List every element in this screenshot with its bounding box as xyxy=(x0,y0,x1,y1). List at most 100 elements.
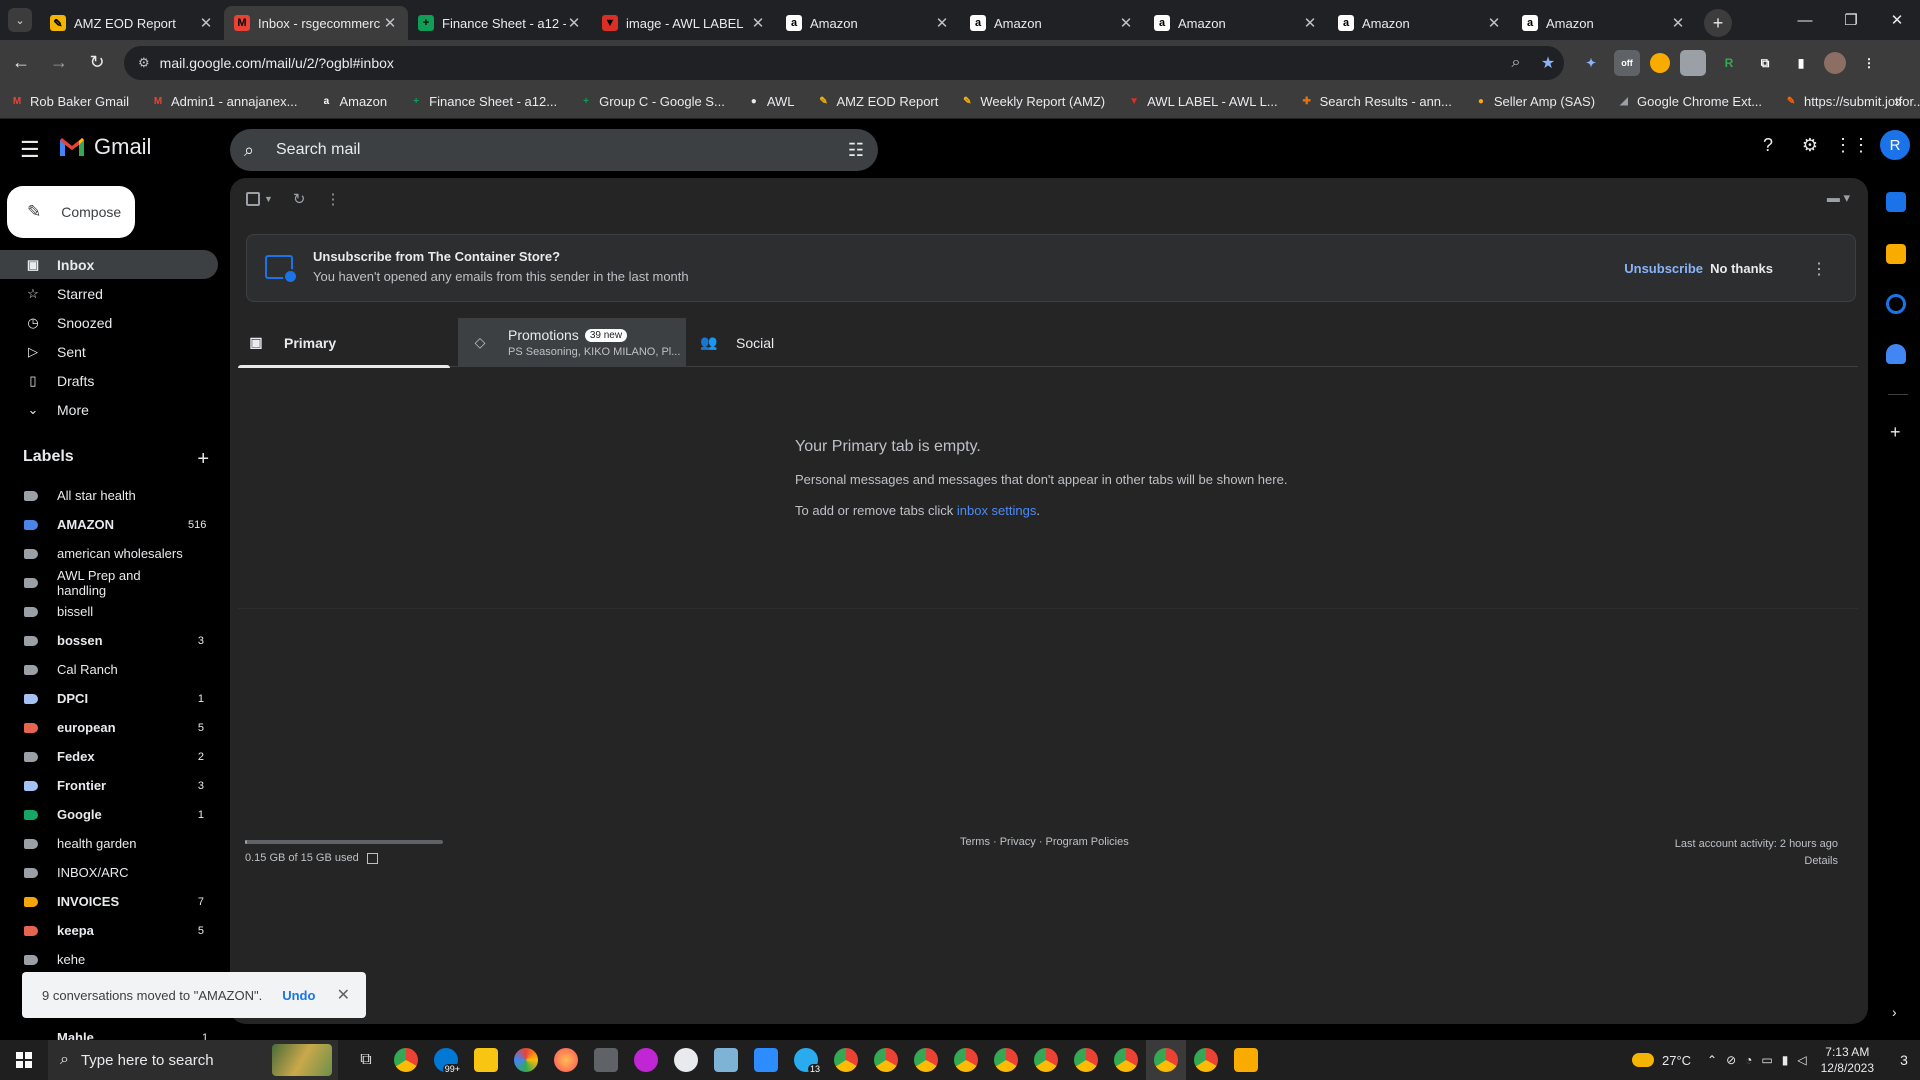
bookmark-item[interactable]: M Rob Baker Gmail xyxy=(10,94,129,109)
close-window-icon[interactable]: ✕ xyxy=(1874,0,1920,40)
undo-button[interactable]: Undo xyxy=(282,988,315,1003)
label-item[interactable]: AWL Prep and handling xyxy=(0,568,218,598)
tab-search-button[interactable]: ⌄ xyxy=(0,0,40,40)
browser-tab[interactable]: a Amazon ✕ xyxy=(1512,6,1696,40)
label-item[interactable]: Frontier 3 xyxy=(0,771,218,800)
contacts-icon[interactable] xyxy=(1886,344,1906,364)
profile-avatar-icon[interactable] xyxy=(1824,52,1846,74)
restore-icon[interactable]: ❐ xyxy=(1828,0,1874,40)
app-purple-icon[interactable] xyxy=(626,1040,666,1080)
label-item[interactable]: bissell xyxy=(0,597,218,626)
bookmark-item[interactable]: ✎ AMZ EOD Report xyxy=(817,94,938,109)
tab-primary[interactable]: ▣ Primary xyxy=(238,318,450,368)
battery-icon[interactable]: ▮ xyxy=(1782,1053,1789,1067)
get-addons-icon[interactable]: + xyxy=(1890,422,1901,443)
chrome-profile-5-icon[interactable] xyxy=(986,1040,1026,1080)
chrome-app-icon[interactable] xyxy=(386,1040,426,1080)
bookmark-item[interactable]: ✎ Weekly Report (AMZ) xyxy=(960,94,1105,109)
browser-menu-icon[interactable]: ⋮ xyxy=(1856,50,1882,76)
side-panel-icon[interactable]: ▮ xyxy=(1788,50,1814,76)
label-item[interactable]: INVOICES 7 xyxy=(0,887,218,916)
back-button[interactable]: ← xyxy=(4,46,38,80)
zoom-app-icon[interactable] xyxy=(746,1040,786,1080)
calendar-icon[interactable] xyxy=(1886,192,1906,212)
nav-item-inbox[interactable]: ▣ Inbox xyxy=(0,250,218,279)
tab-close-icon[interactable]: ✕ xyxy=(1302,14,1318,32)
label-item[interactable]: bossen 3 xyxy=(0,626,218,655)
extension-off-icon[interactable]: off xyxy=(1614,50,1640,76)
tab-close-icon[interactable]: ✕ xyxy=(1670,14,1686,32)
nav-item-sent[interactable]: ▷ Sent xyxy=(0,337,218,366)
browser-tab[interactable]: a Amazon ✕ xyxy=(1144,6,1328,40)
label-item[interactable]: INBOX/ARC xyxy=(0,858,218,887)
label-item[interactable]: Cal Ranch xyxy=(0,655,218,684)
apps-grid-icon[interactable]: ⋮⋮ xyxy=(1834,131,1870,159)
tab-close-icon[interactable]: ✕ xyxy=(750,14,766,32)
zoom-icon[interactable]: ⌕ xyxy=(1500,54,1532,72)
chrome-profile-8-icon[interactable] xyxy=(1106,1040,1146,1080)
browser-tab[interactable]: a Amazon ✕ xyxy=(960,6,1144,40)
label-item[interactable]: Fedex 2 xyxy=(0,742,218,771)
notepad-icon[interactable] xyxy=(706,1040,746,1080)
mail-app-icon[interactable]: 99+ xyxy=(426,1040,466,1080)
settings-gear-icon[interactable]: ⚙ xyxy=(1796,131,1824,159)
inbox-settings-link[interactable]: inbox settings xyxy=(957,503,1037,518)
search-options-icon[interactable]: ☷ xyxy=(848,140,864,161)
main-menu-icon[interactable]: ☰ xyxy=(20,137,40,163)
browser-tab[interactable]: a Amazon ✕ xyxy=(1328,6,1512,40)
bookmark-item[interactable]: a Amazon xyxy=(319,94,387,109)
tab-close-icon[interactable]: ✕ xyxy=(934,14,950,32)
chrome-profile-2-icon[interactable] xyxy=(866,1040,906,1080)
photos-app-icon[interactable] xyxy=(506,1040,546,1080)
bookmark-item[interactable]: M Admin1 - annajanex... xyxy=(151,94,298,109)
browser-tab[interactable]: ▼ image - AWL LABEL ✕ xyxy=(592,6,776,40)
search-input[interactable] xyxy=(276,141,848,159)
bookmark-item[interactable]: ◢ Google Chrome Ext... xyxy=(1617,94,1762,109)
app-cloud-icon[interactable] xyxy=(666,1040,706,1080)
tray-chevron-icon[interactable]: ⌃ xyxy=(1707,1053,1717,1067)
calculator-icon[interactable] xyxy=(586,1040,626,1080)
open-storage-icon[interactable] xyxy=(366,852,378,864)
weather-widget[interactable]: 27°C xyxy=(1632,1053,1691,1068)
label-item[interactable]: american wholesalers xyxy=(0,539,218,568)
bookmark-item[interactable]: ● Seller Amp (SAS) xyxy=(1474,94,1595,109)
taskbar-search[interactable]: ⌕ Type here to search xyxy=(48,1040,338,1080)
browser-tab[interactable]: + Finance Sheet - a12 - ✕ xyxy=(408,6,592,40)
close-icon[interactable]: ✕ xyxy=(337,985,350,1005)
tab-close-icon[interactable]: ✕ xyxy=(566,14,582,32)
more-options-icon[interactable]: ⋮ xyxy=(326,190,341,208)
help-icon[interactable]: ? xyxy=(1754,131,1782,159)
tab-social[interactable]: 👥 Social xyxy=(686,318,886,367)
chrome-active-icon[interactable] xyxy=(1146,1040,1186,1080)
extensions-puzzle-icon[interactable]: ⧉ xyxy=(1752,50,1778,76)
network-off-icon[interactable]: ⊘ xyxy=(1726,1053,1736,1067)
bookmarks-overflow-icon[interactable]: » xyxy=(1894,93,1902,109)
bookmark-item[interactable]: ● AWL xyxy=(747,94,795,109)
extension-orange-icon[interactable] xyxy=(1650,53,1670,73)
select-all-checkbox[interactable]: ▼ xyxy=(246,192,273,206)
compose-button[interactable]: ✎ Compose xyxy=(7,186,135,238)
file-explorer-icon[interactable] xyxy=(466,1040,506,1080)
account-avatar[interactable]: R xyxy=(1880,130,1910,160)
bookmark-item[interactable]: + Group C - Google S... xyxy=(579,94,725,109)
bookmark-item[interactable]: ✚ Search Results - ann... xyxy=(1300,94,1451,109)
label-item[interactable]: european 5 xyxy=(0,713,218,742)
details-link[interactable]: Details xyxy=(1675,853,1838,870)
extension-blue-icon[interactable]: ✦ xyxy=(1578,50,1604,76)
label-item[interactable]: kehe xyxy=(0,945,218,974)
browser-tab[interactable]: ✎ AMZ EOD Report ✕ xyxy=(40,6,224,40)
browser-tab[interactable]: a Amazon ✕ xyxy=(776,6,960,40)
address-bar[interactable]: ⚙ mail.google.com/mail/u/2/?ogbl#inbox ⌕… xyxy=(124,46,1564,80)
bookmark-item[interactable]: ▼ AWL LABEL - AWL L... xyxy=(1127,94,1277,109)
no-thanks-button[interactable]: No thanks xyxy=(1710,261,1773,276)
create-label-icon[interactable]: + xyxy=(197,448,209,471)
keep-icon[interactable] xyxy=(1886,244,1906,264)
chrome-profile-3-icon[interactable] xyxy=(906,1040,946,1080)
firefox-icon[interactable] xyxy=(546,1040,586,1080)
display-icon[interactable]: ▭ xyxy=(1761,1053,1772,1067)
chrome-profile-9-icon[interactable] xyxy=(1186,1040,1226,1080)
refresh-icon[interactable]: ↻ xyxy=(293,190,306,208)
telegram-icon[interactable]: 13 xyxy=(786,1040,826,1080)
nav-item-more[interactable]: ⌄ More xyxy=(0,395,218,424)
search-bar[interactable]: ⌕ ☷ xyxy=(230,129,878,171)
